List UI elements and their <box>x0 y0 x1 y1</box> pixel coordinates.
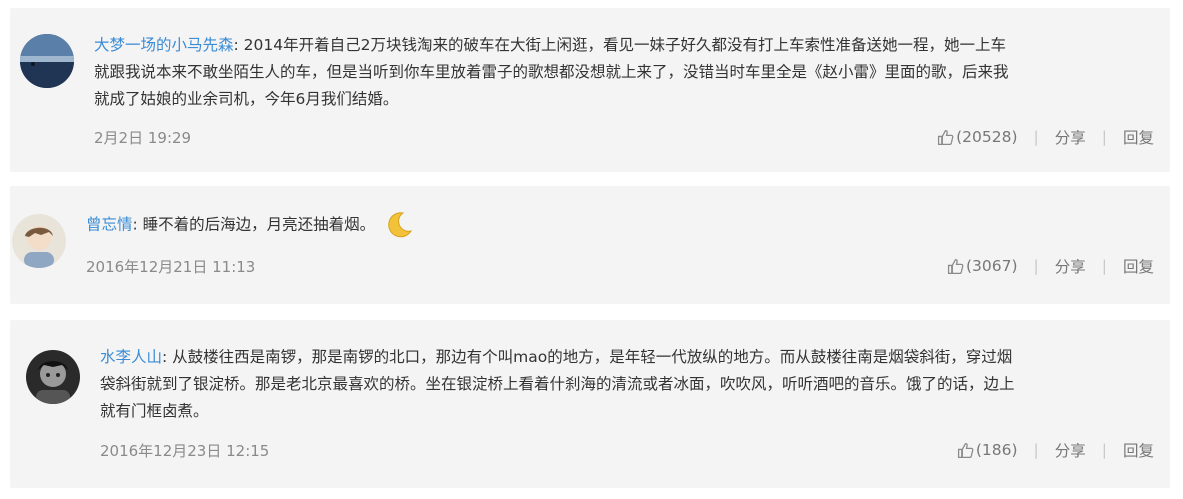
comment-actions: (20528) | 分享 | 回复 <box>937 126 1154 148</box>
comment-line: : 睡不着的后海边，月亮还抽着烟。 <box>132 215 376 234</box>
like-count: (3067) <box>965 257 1018 275</box>
like-count: (20528) <box>956 128 1018 146</box>
comment-card: 曾忘情: 睡不着的后海边，月亮还抽着烟。 2016年12月21日 11:13 (… <box>10 186 1170 304</box>
avatar-lake-image <box>20 34 74 88</box>
divider: | <box>1033 128 1039 146</box>
like-button[interactable]: (186) <box>957 441 1018 459</box>
username-link[interactable]: 曾忘情 <box>86 216 133 234</box>
comment-card: 水李人山: 从鼓楼往西是南锣，那是南锣的北口，那边有个叫mao的地方，是年轻一代… <box>10 320 1170 488</box>
thumbs-up-icon <box>938 129 954 145</box>
share-button[interactable]: 分享 <box>1055 126 1086 148</box>
comment-actions: (3067) | 分享 | 回复 <box>947 255 1154 277</box>
comment-text: 水李人山: 从鼓楼往西是南锣，那是南锣的北口，那边有个叫mao的地方，是年轻一代… <box>100 344 1160 425</box>
comment-date: 2016年12月23日 12:15 <box>100 442 270 460</box>
username-link[interactable]: 大梦一场的小马先森 <box>94 36 234 54</box>
comment-card: 大梦一场的小马先森: 2014年开着自己2万块钱淘来的破车在大街上闲逛，看见一妹… <box>10 8 1170 172</box>
like-button[interactable]: (20528) <box>937 128 1018 146</box>
avatar[interactable] <box>20 34 74 88</box>
avatar-illustration-image <box>12 214 66 268</box>
comment-date: 2016年12月21日 11:13 <box>86 258 256 276</box>
thumbs-up-icon <box>957 442 974 458</box>
reply-button[interactable]: 回复 <box>1123 255 1154 277</box>
comment-line: 就成了姑娘的业余司机，今年6月我们结婚。 <box>94 90 399 108</box>
thumbs-up-icon <box>947 258 964 274</box>
comment-text: 曾忘情: 睡不着的后海边，月亮还抽着烟。 <box>86 210 414 240</box>
like-button[interactable]: (3067) <box>947 257 1018 275</box>
comment-line: 袋斜街就到了银淀桥。那是老北京最喜欢的桥。坐在银淀桥上看着什刹海的清流或者冰面，… <box>100 375 1015 393</box>
divider: | <box>1033 257 1039 275</box>
share-button[interactable]: 分享 <box>1055 255 1086 277</box>
reply-button[interactable]: 回复 <box>1123 439 1154 461</box>
divider: | <box>1101 441 1107 459</box>
divider: | <box>1101 257 1107 275</box>
comment-line: : 2014年开着自己2万块钱淘来的破车在大街上闲逛，看见一妹子好久都没有打上车… <box>233 36 1006 54</box>
comment-line: 就跟我说本来不敢坐陌生人的车，但是当听到你车里放着雷子的歌想都没想就上来了，没错… <box>94 63 1009 81</box>
comment-text: 大梦一场的小马先森: 2014年开着自己2万块钱淘来的破车在大街上闲逛，看见一妹… <box>94 32 1154 113</box>
comment-line: : 从鼓楼往西是南锣，那是南锣的北口，那边有个叫mao的地方，是年轻一代放纵的地… <box>162 348 1013 366</box>
avatar[interactable] <box>26 350 80 404</box>
crescent-moon-icon <box>388 212 413 238</box>
comment-line: 就有门框卤煮。 <box>100 402 209 420</box>
avatar[interactable] <box>12 214 66 268</box>
reply-button[interactable]: 回复 <box>1123 126 1154 148</box>
divider: | <box>1101 128 1107 146</box>
avatar-bw-photo <box>26 350 80 404</box>
comment-date: 2月2日 19:29 <box>94 129 192 147</box>
comment-actions: (186) | 分享 | 回复 <box>957 439 1154 461</box>
divider: | <box>1033 441 1039 459</box>
share-button[interactable]: 分享 <box>1055 439 1086 461</box>
like-count: (186) <box>975 441 1018 459</box>
username-link[interactable]: 水李人山 <box>100 348 162 366</box>
